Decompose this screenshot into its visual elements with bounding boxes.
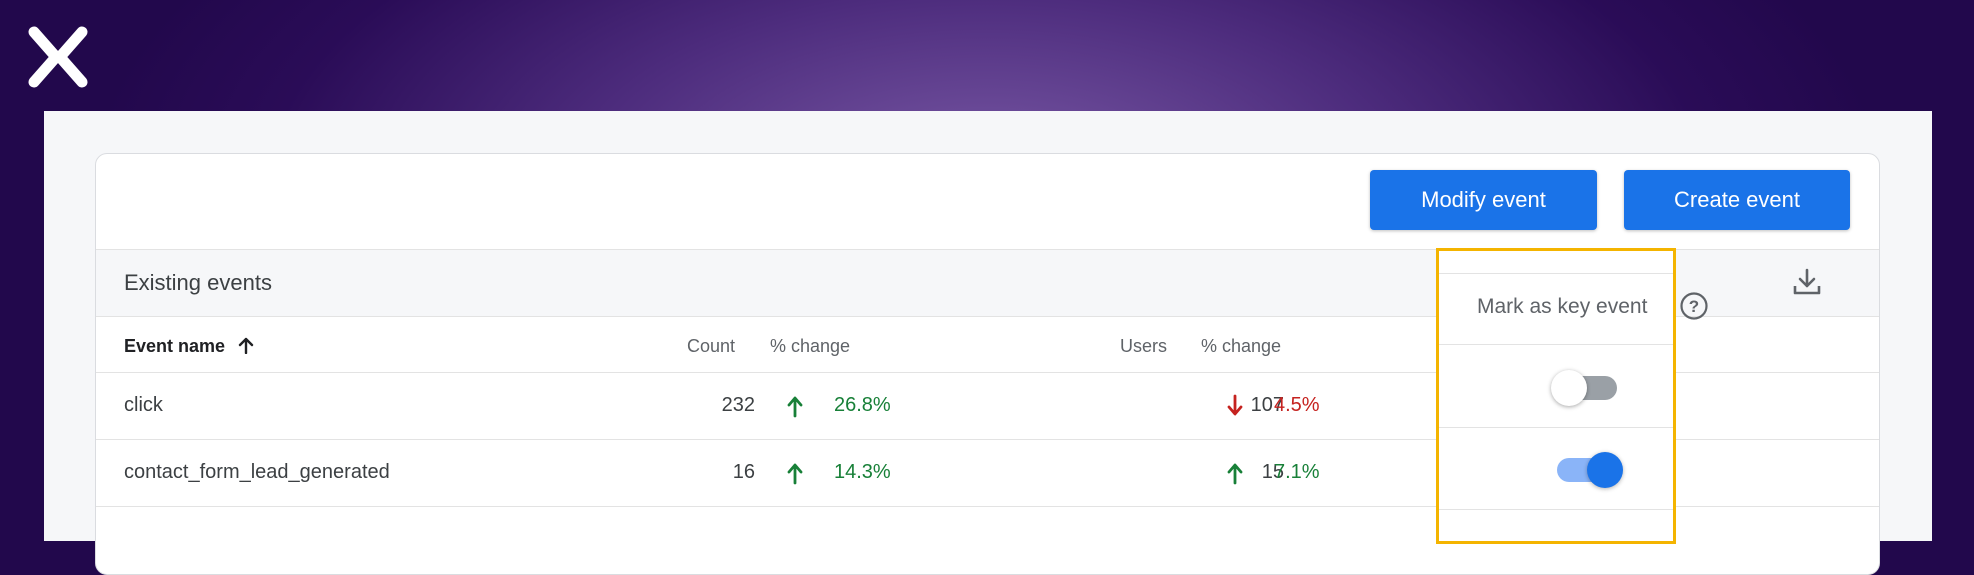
divider: [1439, 509, 1673, 510]
key-event-toggle-on[interactable]: [1551, 448, 1623, 488]
key-event-column-highlight: Mark as key event ?: [1436, 248, 1708, 544]
divider: [1439, 273, 1673, 274]
svg-text:?: ?: [1689, 297, 1699, 316]
column-header-label: Event name: [124, 336, 226, 356]
column-header-count-change[interactable]: % change: [770, 336, 850, 357]
trend-up-icon: [787, 463, 803, 485]
column-header-count[interactable]: Count: [687, 336, 735, 357]
x-logo-icon: [28, 26, 88, 88]
trend-up-icon: [787, 396, 803, 418]
event-count: 232: [721, 394, 755, 416]
column-header-event-name[interactable]: Event name: [124, 336, 254, 357]
create-event-button[interactable]: Create event: [1624, 170, 1850, 230]
event-name[interactable]: contact_form_lead_generated: [124, 461, 390, 484]
key-event-toggle-off[interactable]: [1551, 366, 1623, 406]
download-icon[interactable]: [1789, 264, 1825, 300]
column-header-users[interactable]: Users: [1120, 336, 1167, 357]
count-change: 26.8%: [834, 394, 891, 416]
event-count: 16: [732, 461, 755, 483]
trend-down-icon: [1227, 394, 1243, 416]
modify-event-button[interactable]: Modify event: [1370, 170, 1597, 230]
count-change: 14.3%: [834, 461, 891, 483]
column-header-users-change[interactable]: % change: [1201, 336, 1281, 357]
help-icon[interactable]: ?: [1679, 291, 1709, 321]
sort-ascending-icon[interactable]: [238, 336, 254, 354]
trend-up-icon: [1227, 463, 1243, 485]
divider: [1439, 344, 1673, 345]
key-event-label: Mark as key event: [1477, 295, 1648, 318]
users-change: 7.1%: [1274, 461, 1320, 483]
section-title: Existing events: [124, 270, 272, 295]
event-name[interactable]: click: [124, 394, 163, 417]
users-change: 4.5%: [1274, 394, 1320, 416]
toggle-knob: [1587, 452, 1623, 488]
toggle-knob: [1551, 370, 1587, 406]
divider: [1439, 427, 1673, 428]
